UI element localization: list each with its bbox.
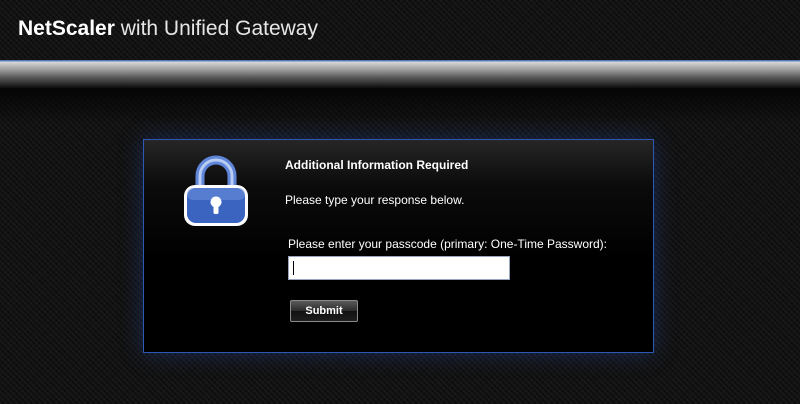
brand-logo: NetScaler with Unified Gateway <box>18 17 318 41</box>
lock-icon <box>180 152 252 228</box>
header: NetScaler with Unified Gateway <box>0 0 800 60</box>
header-shadow <box>0 88 800 124</box>
passcode-label: Please enter your passcode (primary: One… <box>288 237 608 251</box>
brand-product: with Unified Gateway <box>120 17 318 40</box>
login-panel: Additional Information Required Please t… <box>143 139 654 353</box>
panel-subtitle: Please type your response below. <box>285 193 465 207</box>
panel-title: Additional Information Required <box>285 158 469 172</box>
passcode-input[interactable] <box>288 256 510 280</box>
brand-name: NetScaler <box>18 17 115 40</box>
submit-button[interactable]: Submit <box>290 300 358 322</box>
header-bar <box>0 60 800 88</box>
text-cursor <box>293 261 294 275</box>
